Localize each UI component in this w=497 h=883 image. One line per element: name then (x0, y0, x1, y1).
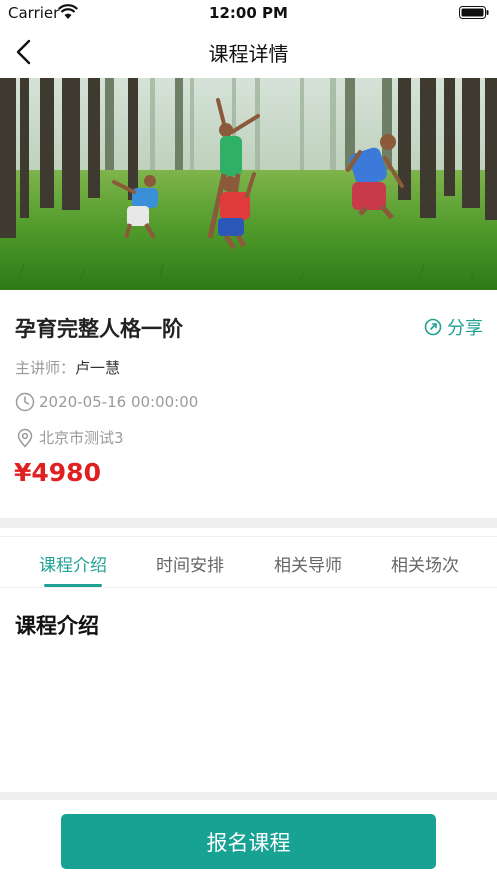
location-pin-icon (17, 428, 33, 448)
status-time: 12:00 PM (209, 4, 288, 22)
tab-course-intro[interactable]: 课程介绍 (14, 551, 132, 576)
footer-divider (0, 792, 497, 800)
page-title: 课程详情 (208, 42, 289, 66)
course-tabs: 课程介绍 时间安排 相关导师 相关场次 (0, 536, 497, 588)
course-detail-page: Carrier 12:00 PM 课程详情 孕育完整人格一阶 分享 主讲师：卢一… (0, 0, 497, 883)
tab-schedule[interactable]: 时间安排 (131, 551, 249, 576)
tab-related-tutors[interactable]: 相关导师 (249, 551, 367, 576)
course-location: 北京市测试3 (39, 429, 124, 447)
course-location-row: 北京市测试3 (15, 427, 124, 448)
lecturer-label: 主讲师： (15, 359, 76, 377)
lecturer-name: 卢一慧 (75, 359, 121, 377)
section-heading: 课程介绍 (15, 614, 99, 638)
navigation-bar: 课程详情 (0, 26, 497, 78)
share-label: 分享 (447, 318, 483, 339)
share-icon (424, 318, 442, 336)
section-divider (0, 518, 497, 528)
footer-bar: 报名课程 (0, 800, 497, 883)
status-bar: Carrier 12:00 PM (0, 0, 497, 26)
active-tab-indicator (44, 584, 102, 587)
course-title: 孕育完整人格一阶 (15, 317, 183, 341)
course-cover-image (0, 78, 497, 290)
course-price: ¥4980 (14, 458, 101, 487)
share-button[interactable]: 分享 (424, 314, 483, 340)
tab-related-sessions[interactable]: 相关场次 (366, 551, 484, 576)
battery-icon (459, 6, 489, 19)
course-datetime: 2020-05-16 00:00:00 (39, 393, 199, 411)
clock-icon (15, 392, 35, 412)
enroll-button[interactable]: 报名课程 (61, 814, 436, 869)
lecturer-row: 主讲师：卢一慧 (15, 357, 120, 378)
course-time-row: 2020-05-16 00:00:00 (15, 392, 198, 412)
